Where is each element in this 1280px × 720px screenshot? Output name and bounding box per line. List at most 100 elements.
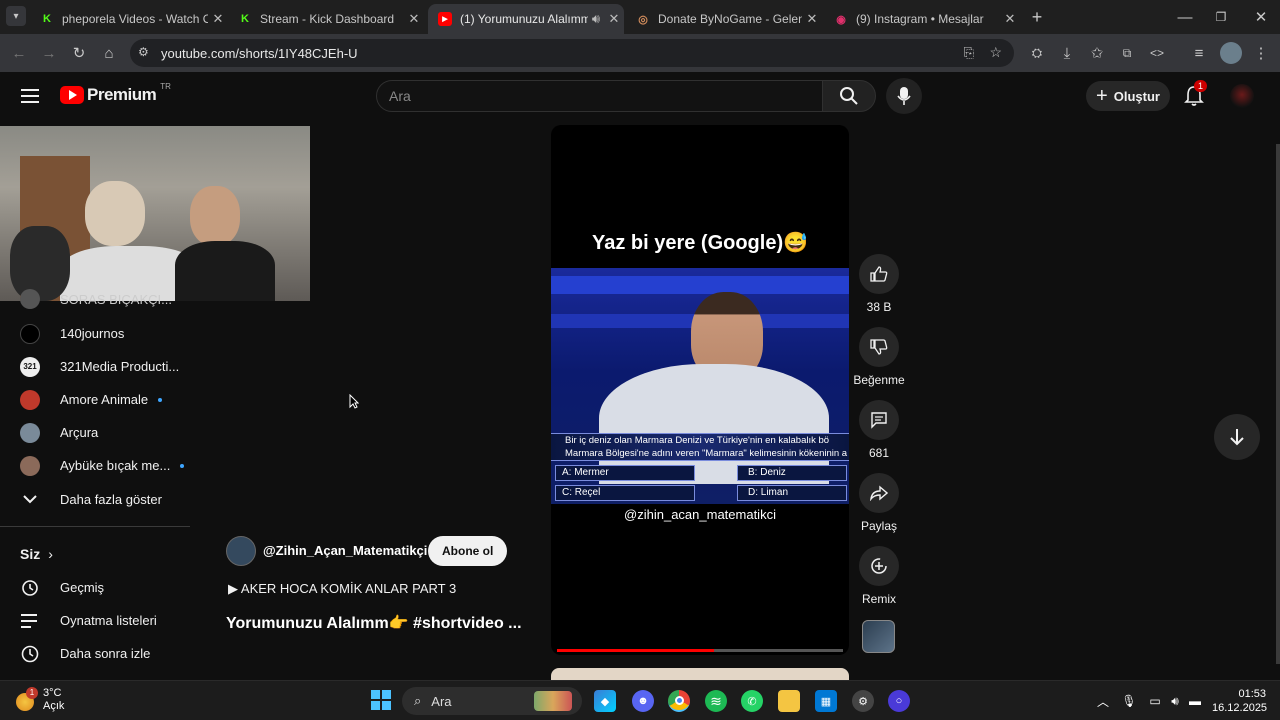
region-code: TR xyxy=(160,81,171,91)
copilot-icon[interactable]: ◆ xyxy=(594,690,616,712)
microphone-icon[interactable]: 🎙︎ xyxy=(1118,690,1140,712)
sidebar-item-playlists[interactable]: Oynatma listeleri xyxy=(0,604,190,637)
close-icon[interactable]: ✕ xyxy=(404,11,424,27)
search-icon xyxy=(840,87,858,105)
close-icon[interactable]: ✕ xyxy=(802,11,822,27)
tab-3[interactable]: ◎ Donate ByNoGame - Gelen/Gid ✕ xyxy=(626,4,822,34)
remix-button[interactable]: Remix xyxy=(852,546,906,606)
account-avatar[interactable] xyxy=(1230,84,1254,108)
extension-star-icon[interactable]: ✩ xyxy=(1086,42,1108,64)
new-tab-icon[interactable]: + xyxy=(1026,6,1048,28)
sidebar-subscription-140journos[interactable]: 140journos xyxy=(0,317,190,350)
comments-button[interactable]: 681 xyxy=(852,400,906,460)
speaker-icon[interactable]: 🔊︎ xyxy=(588,11,604,27)
next-short-preview[interactable] xyxy=(551,668,849,680)
install-app-icon[interactable]: ⎘ xyxy=(964,45,974,61)
app-icon[interactable]: ○ xyxy=(888,690,910,712)
shorts-player[interactable]: Yaz bi yere (Google)😅 Bir iç deniz olan … xyxy=(551,125,849,655)
next-short-button[interactable] xyxy=(1214,414,1260,460)
menu-dots-icon[interactable]: ⋮ xyxy=(1250,42,1272,64)
settings-app-icon[interactable]: ⚙ xyxy=(852,690,874,712)
youtube-premium-logo[interactable]: Premium TR xyxy=(60,81,171,105)
logo-text: Premium xyxy=(87,85,157,104)
extension-icon[interactable]: ⧉ xyxy=(1116,42,1138,64)
reload-icon[interactable]: ↻ xyxy=(68,42,90,64)
home-icon[interactable]: ⌂ xyxy=(98,42,120,64)
short-subtitle[interactable]: ▶ AKER HOCA KOMİK ANLAR PART 3 xyxy=(228,581,456,597)
download-icon[interactable]: ⤓ xyxy=(1056,42,1078,64)
channel-avatar[interactable] xyxy=(226,536,256,566)
sidebar-item-label: Daha sonra izle xyxy=(60,646,151,661)
tab-0[interactable]: K pheporela Videos - Watch On-D ✕ xyxy=(30,4,228,34)
weather-info[interactable]: 3°C Açık xyxy=(43,687,64,713)
search-icon: ⌕ xyxy=(414,693,422,708)
file-explorer-icon[interactable] xyxy=(778,690,800,712)
bookmark-star-icon[interactable]: ☆ xyxy=(989,44,1002,61)
dislike-button[interactable]: Beğenme xyxy=(849,327,909,387)
sidebar-you-header[interactable]: Siz › xyxy=(0,537,190,570)
window-close-icon[interactable]: ✕ xyxy=(1250,6,1272,28)
sidebar-show-more[interactable]: Daha fazla göster xyxy=(0,483,190,516)
like-button[interactable]: 38 B xyxy=(852,254,906,314)
voice-search-button[interactable] xyxy=(886,78,922,114)
search-highlight-icon xyxy=(534,691,572,711)
discord-icon[interactable]: ☻ xyxy=(632,690,654,712)
chevron-up-icon[interactable]: ︿ xyxy=(1092,690,1114,712)
sidebar-item-history[interactable]: Geçmiş xyxy=(0,571,190,604)
taskbar-search[interactable]: ⌕ Ara xyxy=(402,687,582,715)
tab-1[interactable]: K Stream - Kick Dashboard ✕ xyxy=(228,4,424,34)
question-text-line1: Bir iç deniz olan Marmara Denizi ve Türk… xyxy=(565,435,830,446)
progress-track[interactable] xyxy=(557,649,843,652)
back-icon[interactable]: ← xyxy=(8,42,30,64)
site-info-icon[interactable]: ⚙ xyxy=(138,45,149,59)
restore-icon[interactable]: ❐ xyxy=(1210,6,1232,28)
remix-icon xyxy=(859,546,899,586)
sidebar-subscription-321media[interactable]: 321 321Media Producti... xyxy=(0,350,190,383)
short-title[interactable]: Yorumunuzu Alalımm👉 #shortvideo ... xyxy=(226,613,522,633)
tab-search-chevron-icon[interactable]: ▾ xyxy=(6,6,26,26)
minimize-icon[interactable]: — xyxy=(1174,6,1196,28)
translate-icon[interactable]: ⛭ xyxy=(1026,42,1048,64)
channel-handle[interactable]: @Zihin_Açan_Matematikçi xyxy=(263,543,427,558)
close-icon[interactable]: ✕ xyxy=(208,11,228,27)
subscribe-button[interactable]: Abone ol xyxy=(428,536,508,566)
devtools-icon[interactable]: <> xyxy=(1146,42,1168,64)
close-icon[interactable]: ✕ xyxy=(604,11,624,27)
sidebar-subscription-aybuke[interactable]: Aybüke bıçak me... xyxy=(0,449,190,482)
search-button[interactable] xyxy=(822,80,876,112)
weather-widget[interactable]: 1 xyxy=(16,687,40,711)
thumbs-down-icon xyxy=(859,327,899,367)
scrollbar[interactable] xyxy=(1276,144,1280,664)
comment-icon xyxy=(859,400,899,440)
sidebar-item-watch-later[interactable]: Daha sonra izle xyxy=(0,637,190,670)
plus-icon: + xyxy=(1096,84,1108,107)
comment-count: 681 xyxy=(868,446,890,460)
spotify-icon[interactable]: ≋ xyxy=(705,690,727,712)
tab-4[interactable]: ◉ (9) Instagram • Mesajlar ✕ xyxy=(824,4,1020,34)
profile-avatar[interactable] xyxy=(1220,42,1242,64)
search-input[interactable]: Ara xyxy=(376,80,823,112)
close-icon[interactable]: ✕ xyxy=(1000,11,1020,27)
battery-icon[interactable]: ▬ xyxy=(1184,690,1206,712)
create-button[interactable]: + Oluştur xyxy=(1086,81,1170,111)
youtube-logo-icon xyxy=(60,86,84,104)
media-control-icon[interactable]: ≡ xyxy=(1188,42,1210,64)
windows-start-icon[interactable] xyxy=(371,690,391,710)
forward-icon[interactable]: → xyxy=(38,42,60,64)
chrome-icon[interactable] xyxy=(668,690,690,712)
volume-icon[interactable]: 🔊︎ xyxy=(1164,690,1186,712)
hamburger-menu-icon[interactable] xyxy=(20,86,40,106)
sidebar-subscription-partial[interactable]: SORAS BIÇAKÇI... xyxy=(0,284,190,314)
notifications-button[interactable]: 1 xyxy=(1182,80,1208,108)
clock[interactable]: 01:53 16.12.2025 xyxy=(1212,687,1267,715)
microsoft-store-icon[interactable]: ▦ xyxy=(815,690,837,712)
address-bar[interactable]: ⚙ youtube.com/shorts/1IY48CJEh-U ⎘ ☆ xyxy=(130,39,1014,67)
share-button[interactable]: Paylaş xyxy=(852,473,906,533)
share-icon xyxy=(859,473,899,513)
sidebar-subscription-amore-animale[interactable]: Amore Animale xyxy=(0,383,190,416)
sound-thumbnail[interactable] xyxy=(862,620,895,653)
network-icon[interactable]: ▭ xyxy=(1144,690,1166,712)
whatsapp-icon[interactable]: ✆ xyxy=(741,690,763,712)
tab-2-active[interactable]: ▶ (1) Yorumunuzu Alalımm👉 🔊︎ ✕ xyxy=(428,4,624,34)
sidebar-subscription-arcura[interactable]: Arçura xyxy=(0,416,190,449)
